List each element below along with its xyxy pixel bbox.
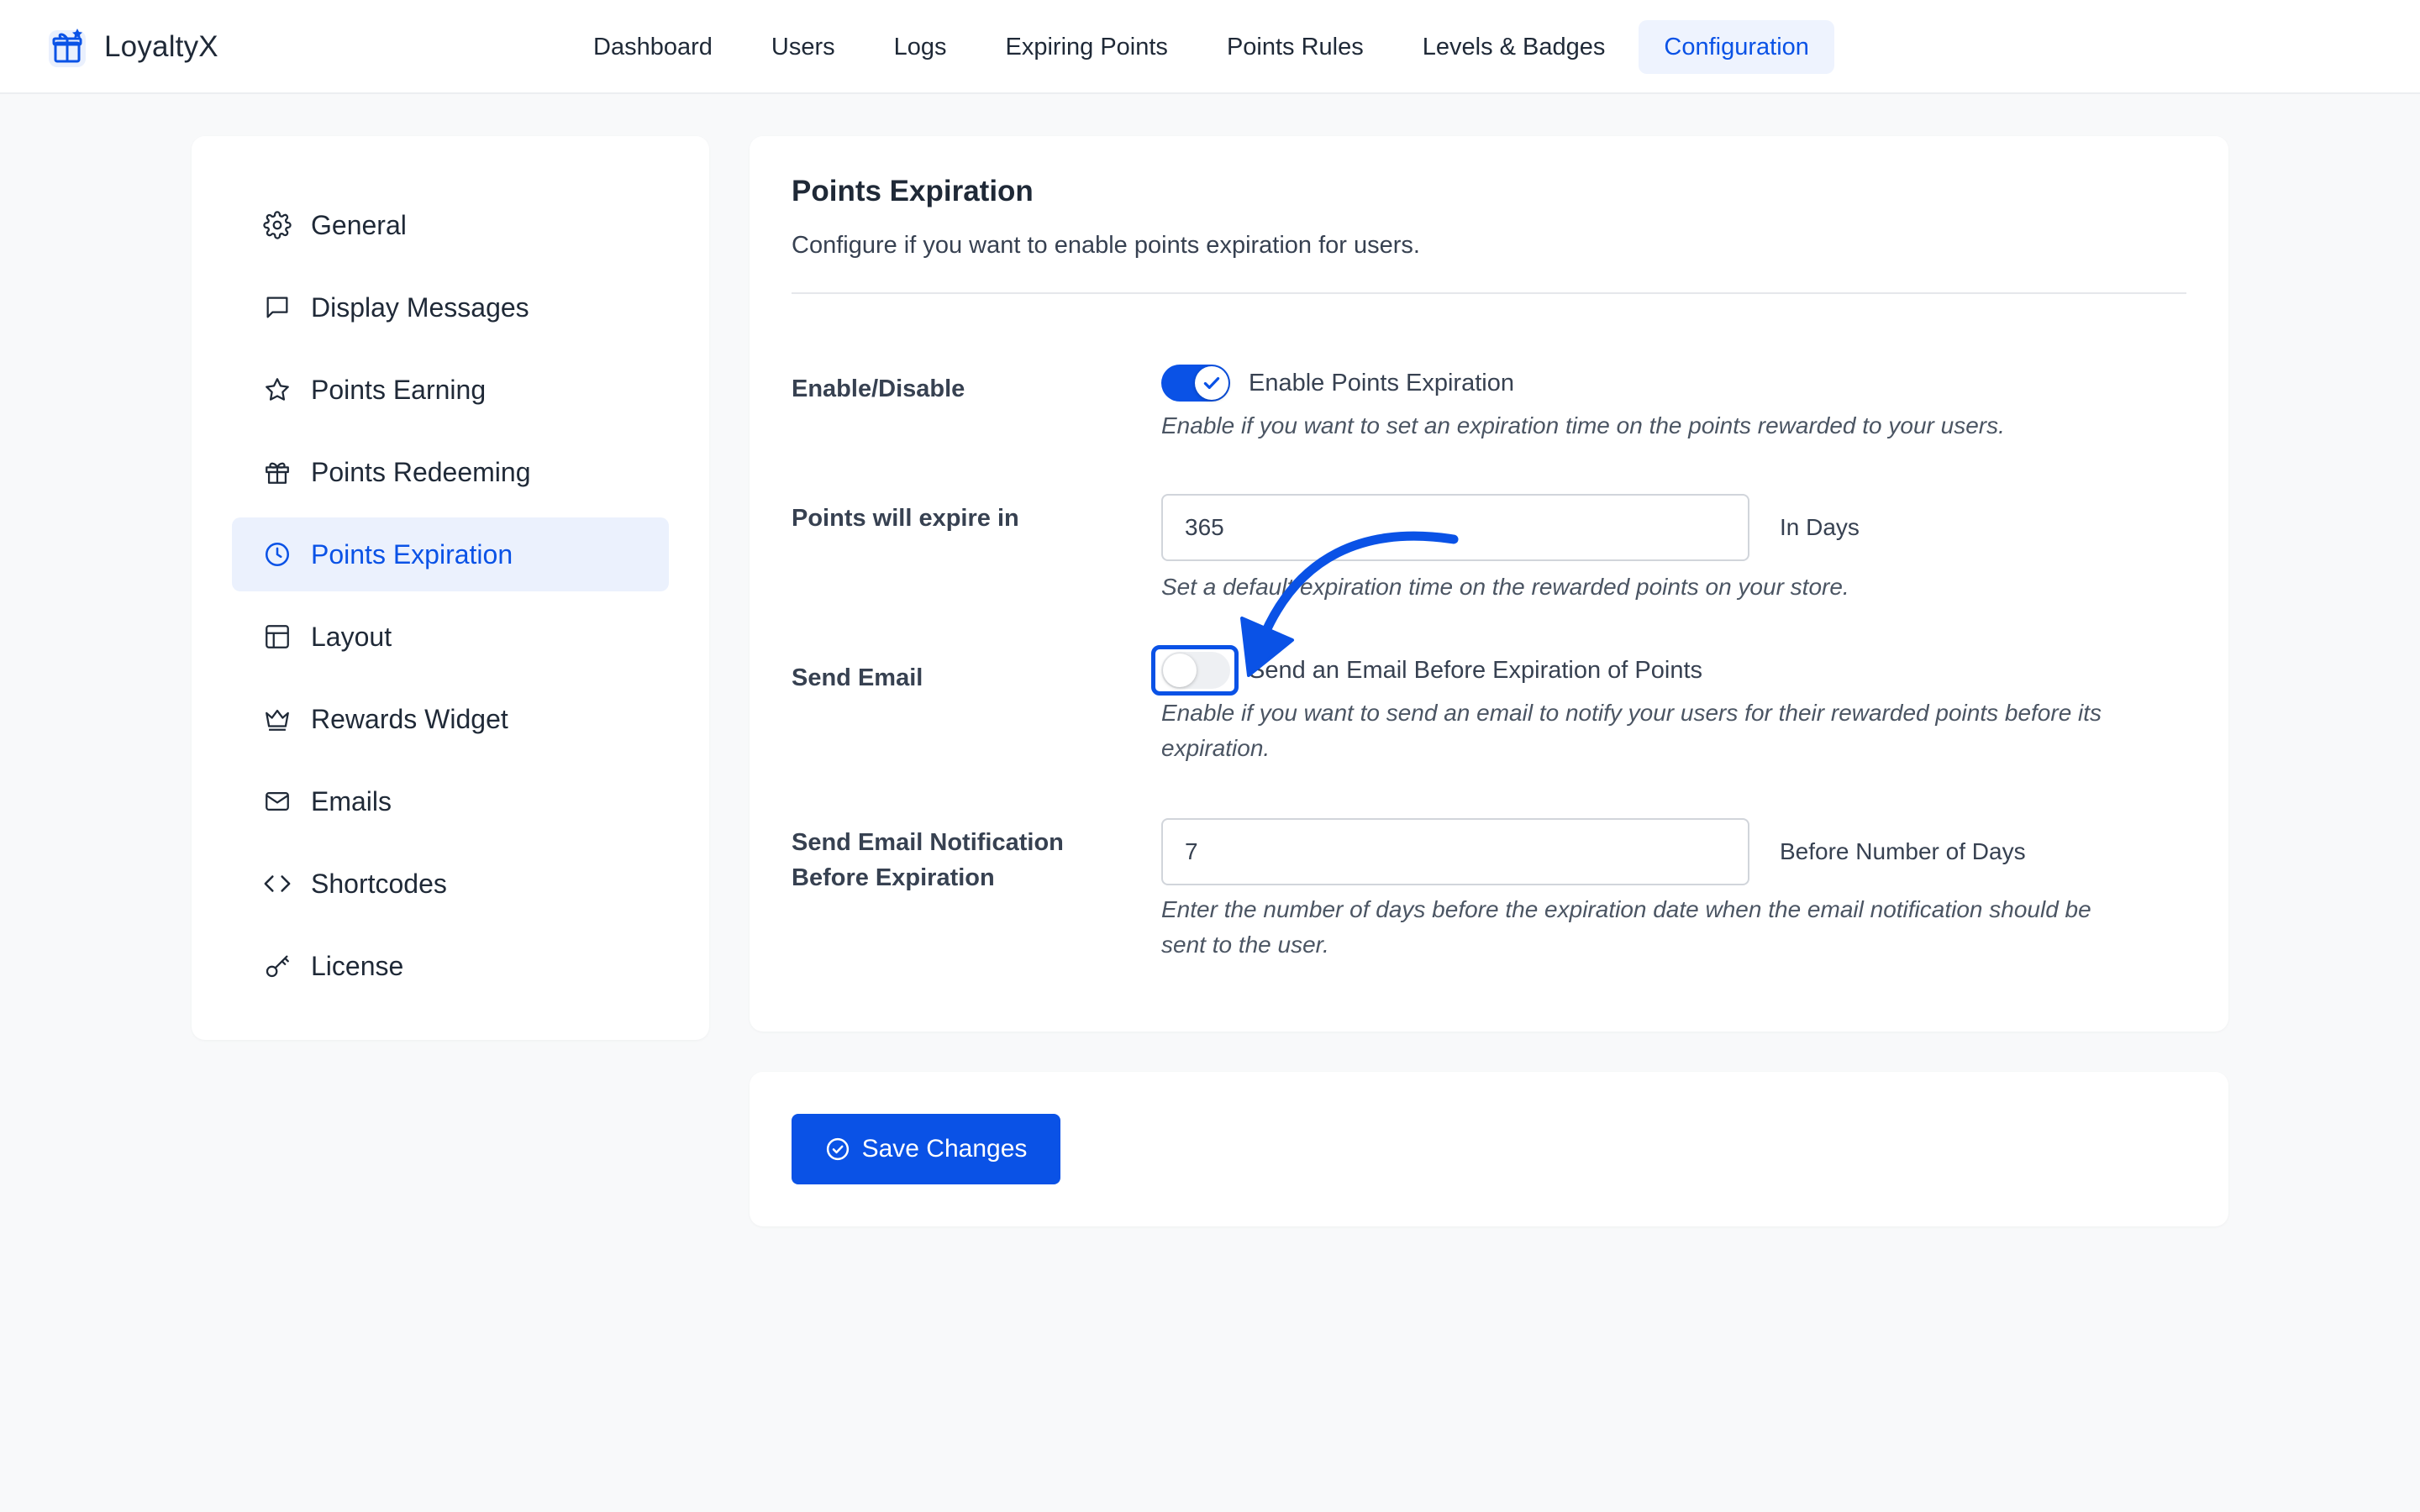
- key-icon: [262, 951, 292, 981]
- send-email-toggle-label[interactable]: Send an Email Before Expiration of Point…: [1249, 652, 1702, 689]
- message-icon: [262, 292, 292, 323]
- toggle-highlight: [1151, 645, 1239, 696]
- clock-icon: [262, 539, 292, 570]
- sidebar-item-label: Shortcodes: [311, 868, 447, 899]
- nav-levels-badges[interactable]: Levels & Badges: [1397, 20, 1631, 74]
- top-bar: LoyaltyX Dashboard Users Logs Expiring P…: [0, 0, 2420, 94]
- sidebar-item-rewards-widget[interactable]: Rewards Widget: [232, 682, 669, 756]
- notify-help-line-1: Enter the number of days before the expi…: [1161, 896, 2091, 922]
- check-icon: [1203, 376, 1220, 390]
- divider: [792, 292, 2186, 294]
- expire-unit: In Days: [1780, 514, 1860, 540]
- app-name: LoyaltyX: [104, 30, 218, 63]
- nav-expiring-points[interactable]: Expiring Points: [981, 20, 1193, 74]
- points-expiration-card: Points Expiration Configure if you want …: [750, 136, 2228, 1032]
- sidebar-item-license[interactable]: License: [232, 929, 669, 1003]
- sidebar-item-label: Layout: [311, 621, 392, 652]
- gift-logo-icon: [45, 25, 89, 69]
- send-email-label: Send Email: [792, 664, 923, 691]
- gift-icon: [262, 457, 292, 487]
- check-circle-icon: [826, 1137, 849, 1161]
- code-icon: [262, 869, 292, 899]
- enable-toggle-label[interactable]: Enable Points Expiration: [1249, 365, 1514, 402]
- notify-before-label-line-2: Before Expiration: [792, 864, 995, 891]
- sidebar-item-label: Points Redeeming: [311, 456, 531, 487]
- sidebar-item-points-earning[interactable]: Points Earning: [232, 353, 669, 427]
- sidebar-item-points-expiration[interactable]: Points Expiration: [232, 517, 669, 591]
- notify-before-label-line-1: Send Email Notification: [792, 829, 1064, 856]
- sidebar-item-label: Points Expiration: [311, 538, 513, 570]
- layout-icon: [262, 622, 292, 652]
- enable-label: Enable/Disable: [792, 375, 965, 402]
- sidebar-item-label: Emails: [311, 785, 392, 816]
- sidebar-item-display-messages[interactable]: Display Messages: [232, 270, 669, 344]
- gear-icon: [262, 210, 292, 240]
- sidebar-item-label: Points Earning: [311, 374, 487, 405]
- save-changes-button[interactable]: Save Changes: [792, 1114, 1060, 1184]
- section-title: Points Expiration: [792, 175, 1034, 207]
- settings-sidebar: General Display Messages Points Earning …: [192, 136, 709, 1040]
- mail-icon: [262, 786, 292, 816]
- nav-users[interactable]: Users: [746, 20, 860, 74]
- sidebar-item-label: Display Messages: [311, 291, 529, 323]
- sidebar-item-shortcodes[interactable]: Shortcodes: [232, 847, 669, 921]
- brand[interactable]: LoyaltyX: [45, 22, 218, 72]
- enable-expiration-toggle[interactable]: [1161, 365, 1230, 402]
- expire-days-input[interactable]: [1161, 494, 1749, 561]
- expire-label: Points will expire in: [792, 505, 1019, 532]
- nav-logs[interactable]: Logs: [869, 20, 972, 74]
- sidebar-item-layout[interactable]: Layout: [232, 600, 669, 674]
- sidebar-item-emails[interactable]: Emails: [232, 764, 669, 838]
- send-email-help-line-2: expiration.: [1161, 735, 1270, 761]
- main-nav: Dashboard Users Logs Expiring Points Poi…: [568, 20, 1843, 74]
- notify-unit: Before Number of Days: [1780, 838, 2026, 864]
- nav-dashboard[interactable]: Dashboard: [568, 20, 738, 74]
- sidebar-item-general[interactable]: General: [232, 188, 669, 262]
- save-button-label: Save Changes: [861, 1135, 1028, 1163]
- sidebar-item-label: Rewards Widget: [311, 703, 508, 734]
- crown-icon: [262, 704, 292, 734]
- star-icon: [262, 375, 292, 405]
- send-email-help-line-1: Enable if you want to send an email to n…: [1161, 700, 2102, 726]
- expire-help: Set a default expiration time on the rew…: [1161, 574, 1849, 600]
- nav-configuration[interactable]: Configuration: [1639, 20, 1834, 74]
- sidebar-item-points-redeeming[interactable]: Points Redeeming: [232, 435, 669, 509]
- section-description: Configure if you want to enable points e…: [792, 232, 1420, 259]
- notify-help-line-2: sent to the user.: [1161, 932, 1329, 958]
- enable-help: Enable if you want to set an expiration …: [1161, 412, 2005, 438]
- nav-points-rules[interactable]: Points Rules: [1202, 20, 1389, 74]
- sidebar-item-label: General: [311, 209, 407, 240]
- toggle-knob: [1195, 366, 1228, 400]
- save-card: Save Changes: [750, 1072, 2228, 1226]
- notify-days-input[interactable]: [1161, 818, 1749, 885]
- sidebar-item-label: License: [311, 950, 404, 981]
